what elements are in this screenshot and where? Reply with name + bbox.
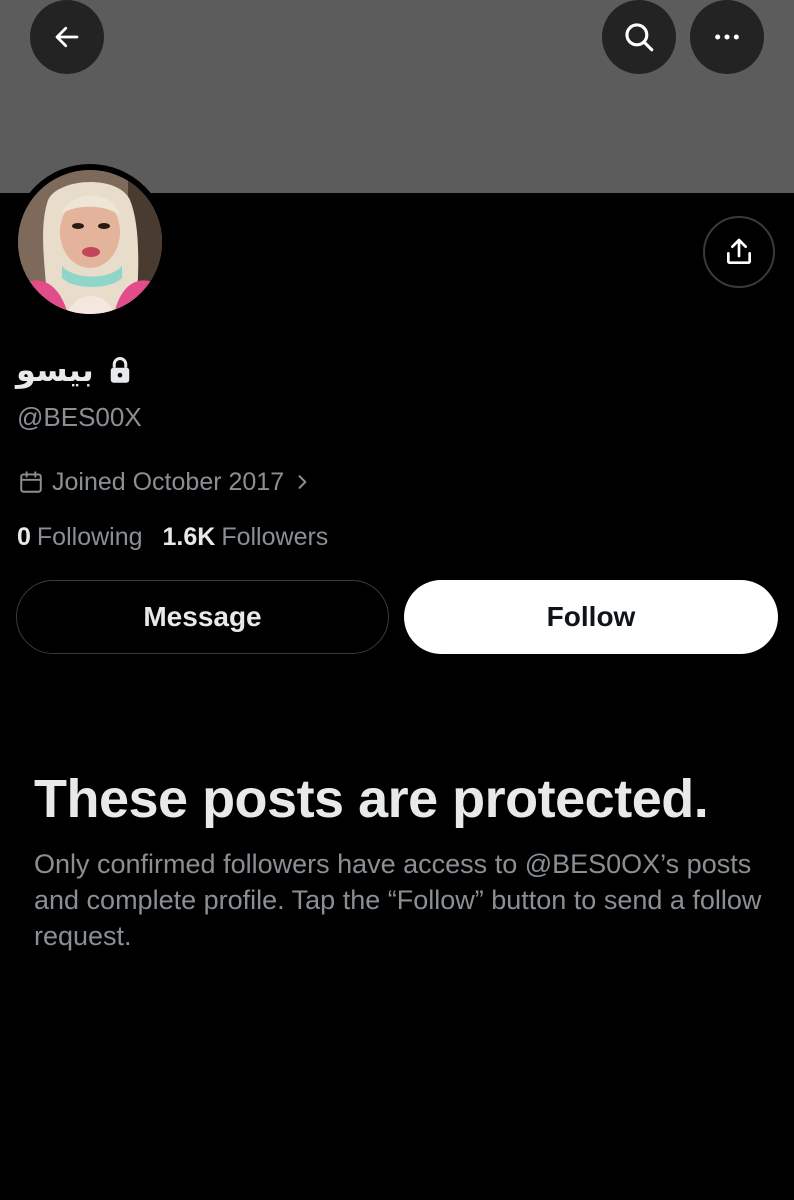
share-button[interactable] — [703, 216, 775, 288]
following-stat[interactable]: 0 Following — [17, 523, 143, 552]
name-row: بيسو — [16, 348, 134, 392]
lock-icon — [110, 356, 129, 383]
message-button[interactable]: Message — [16, 580, 389, 654]
arrow-left-icon — [55, 26, 79, 48]
followers-count: 1.6K — [162, 522, 216, 551]
joined-date-row[interactable]: Joined October 2017 — [18, 464, 312, 500]
search-button[interactable] — [602, 0, 676, 74]
more-options-button[interactable] — [690, 0, 764, 74]
avatar[interactable] — [12, 164, 168, 320]
avatar-photo — [18, 170, 162, 314]
user-handle: @BES00X — [17, 402, 142, 432]
follow-stats: 0 Following 1.6K Followers — [17, 518, 328, 556]
search-icon — [625, 23, 654, 52]
back-button[interactable] — [30, 0, 104, 74]
protected-title: These posts are protected. — [34, 769, 709, 829]
chevron-right-icon — [298, 475, 307, 489]
display-name: بيسو — [16, 351, 94, 389]
protected-description: Only confirmed followers have access to … — [34, 849, 762, 951]
following-label: Following — [36, 522, 143, 551]
joined-date: Joined October 2017 — [52, 467, 285, 496]
followers-stat[interactable]: 1.6K Followers — [163, 523, 329, 552]
share-icon — [727, 238, 751, 264]
follow-button[interactable]: Follow — [404, 580, 778, 654]
followers-label: Followers — [221, 522, 329, 551]
more-horizontal-icon — [715, 34, 739, 40]
calendar-icon — [20, 471, 42, 493]
following-count: 0 — [17, 522, 31, 551]
